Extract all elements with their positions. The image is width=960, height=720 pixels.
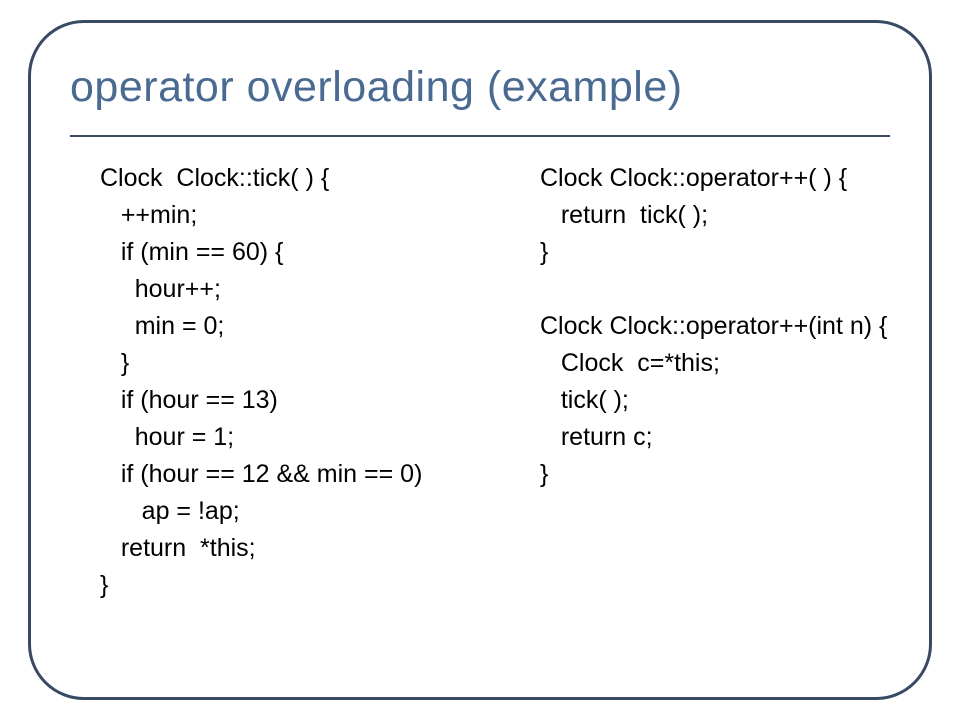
code-line: return tick( );: [540, 197, 900, 234]
code-line: if (hour == 13): [100, 382, 510, 419]
code-line: if (min == 60) {: [100, 234, 510, 271]
blank-line: [540, 271, 900, 308]
code-line: return c;: [540, 419, 900, 456]
code-line: hour = 1;: [100, 419, 510, 456]
code-line: Clock Clock::operator++(int n) {: [540, 308, 900, 345]
code-line: }: [100, 345, 510, 382]
code-line: }: [540, 234, 900, 271]
code-line: hour++;: [100, 271, 510, 308]
title-underline: [70, 135, 890, 137]
code-line: ++min;: [100, 197, 510, 234]
code-line: ap = !ap;: [100, 493, 510, 530]
code-line: Clock c=*this;: [540, 345, 900, 382]
right-column: Clock Clock::operator++( ) { return tick…: [540, 160, 900, 660]
left-column: Clock Clock::tick( ) { ++min; if (min ==…: [100, 160, 510, 660]
content-columns: Clock Clock::tick( ) { ++min; if (min ==…: [100, 160, 900, 660]
code-line: return *this;: [100, 530, 510, 567]
code-line: if (hour == 12 && min == 0): [100, 456, 510, 493]
code-line: Clock Clock::tick( ) {: [100, 160, 510, 197]
code-line: Clock Clock::operator++( ) {: [540, 160, 900, 197]
code-line: }: [540, 456, 900, 493]
slide-title: operator overloading (example): [70, 63, 890, 112]
code-line: tick( );: [540, 382, 900, 419]
slide: operator overloading (example) Clock Clo…: [0, 0, 960, 720]
code-line: }: [100, 567, 510, 604]
code-line: min = 0;: [100, 308, 510, 345]
